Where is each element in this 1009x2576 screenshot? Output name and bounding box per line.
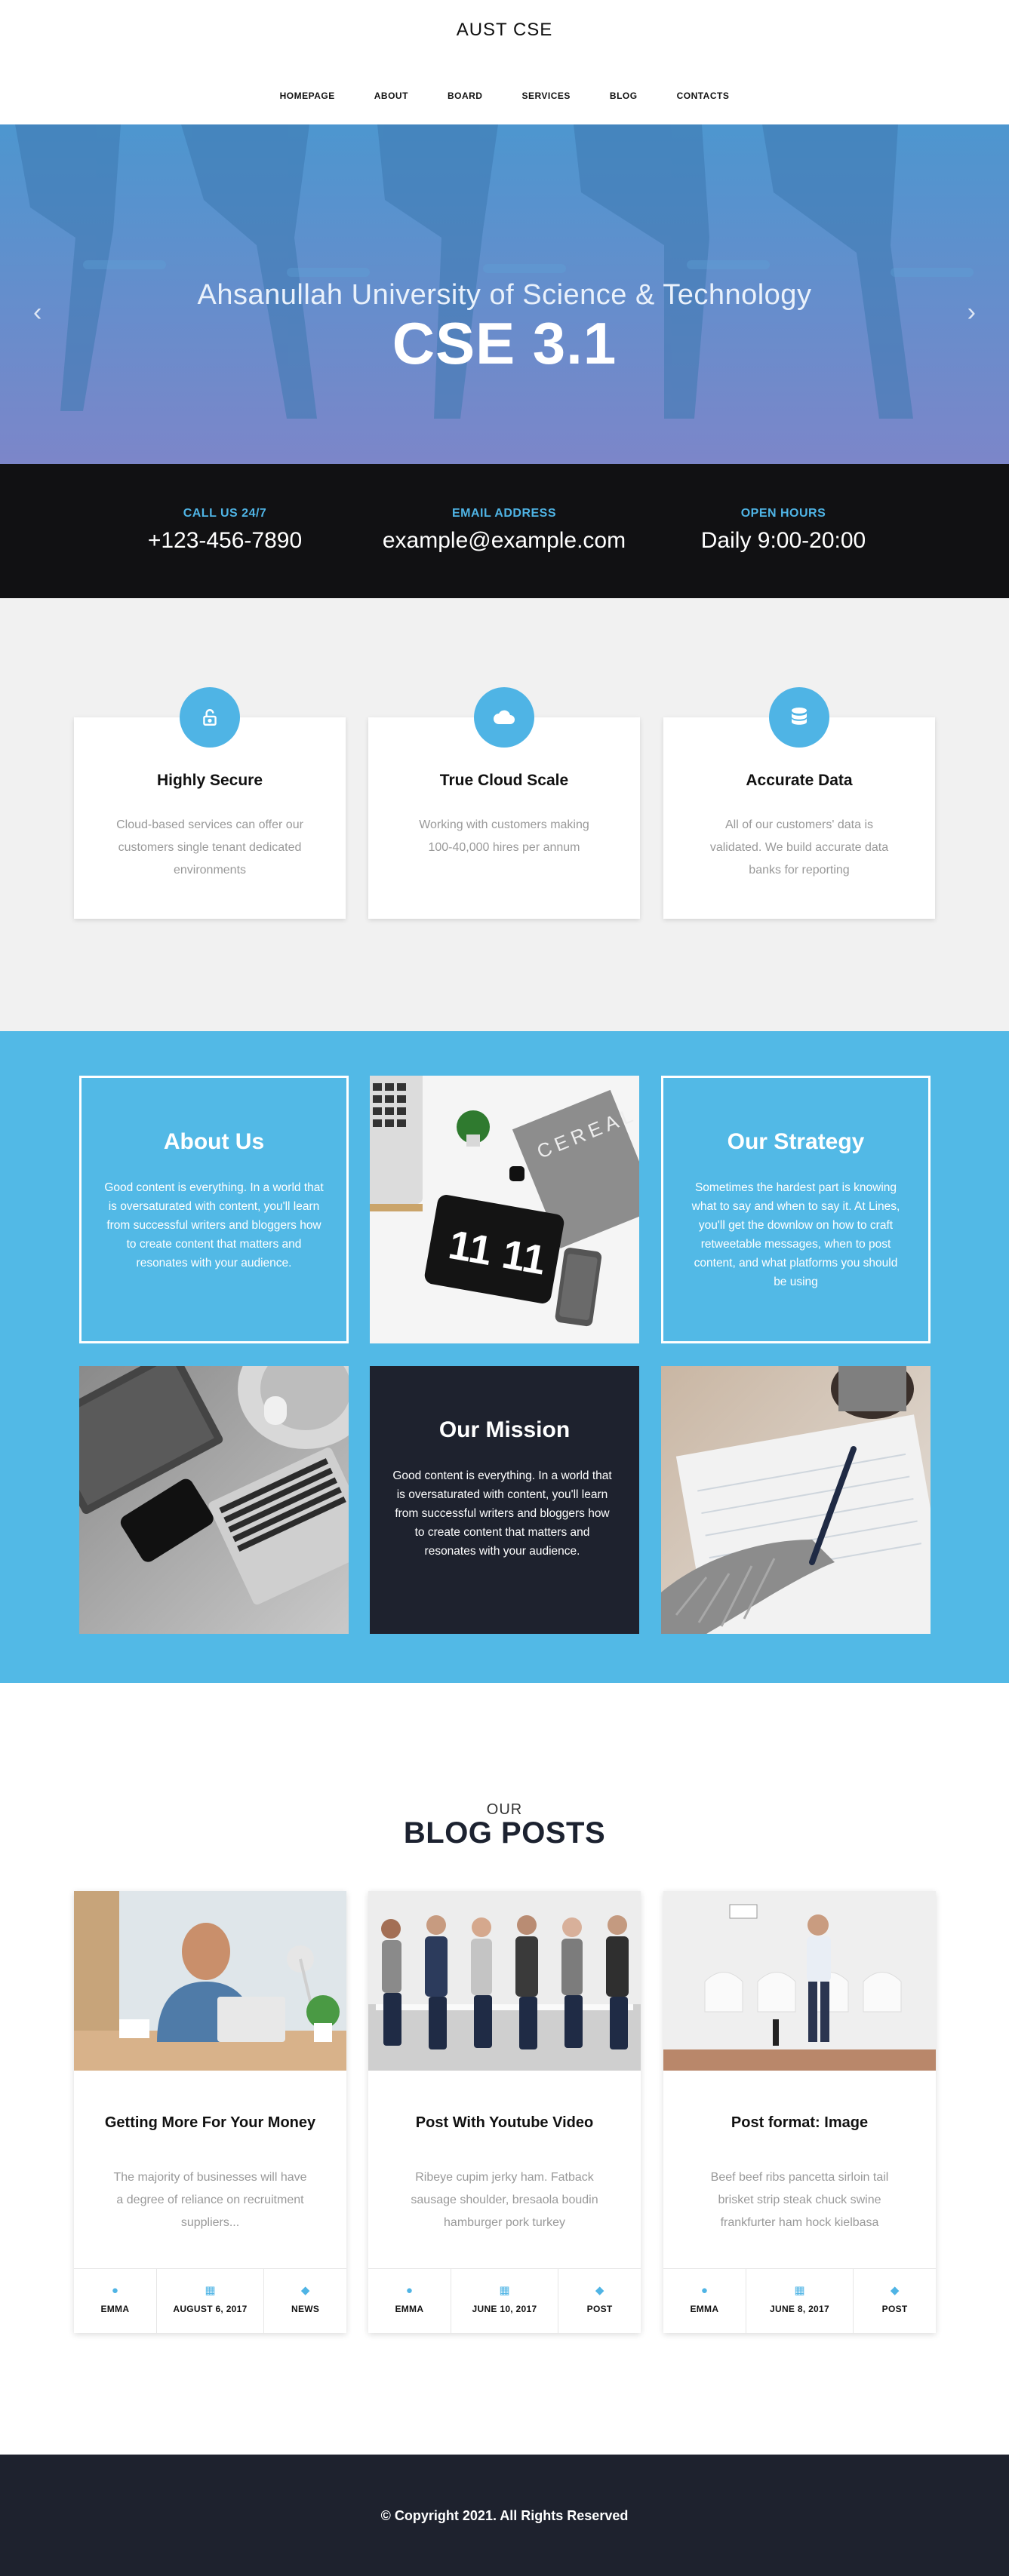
chevron-left-icon[interactable]: ‹ bbox=[33, 298, 42, 327]
tile-heading: About Us bbox=[163, 1129, 265, 1154]
laptop-image bbox=[79, 1366, 349, 1634]
post-tag[interactable]: ◆ POST bbox=[558, 2269, 641, 2333]
feature-card: Accurate Data All of our customers' data… bbox=[663, 687, 935, 919]
contact-value[interactable]: +123-456-7890 bbox=[97, 528, 353, 554]
contact-phone: CALL US 24/7 +123-456-7890 bbox=[97, 507, 353, 554]
post-excerpt: Beef beef ribs pancetta sirloin tail bri… bbox=[710, 2171, 889, 2229]
calendar-icon: ▦ bbox=[794, 2284, 805, 2297]
post-meta: ● EMMA ▦ JUNE 10, 2017 ◆ POST bbox=[368, 2268, 641, 2333]
copyright-text: © Copyright 2021. All Rights Reserved bbox=[380, 2508, 629, 2523]
site-header: AUST CSE HOMEPAGE ABOUT BOARD SERVICES B… bbox=[0, 0, 1009, 124]
contact-hours: OPEN HOURS Daily 9:00-20:00 bbox=[655, 507, 912, 554]
post-title[interactable]: Post With Youtube Video bbox=[398, 2114, 611, 2131]
post-author[interactable]: ● EMMA bbox=[74, 2269, 157, 2333]
blog-post-card[interactable]: Getting More For Your Money The majority… bbox=[74, 1891, 346, 2333]
tile-heading: Our Mission bbox=[438, 1417, 571, 1442]
nav-homepage[interactable]: HOMEPAGE bbox=[260, 91, 355, 101]
tag-icon: ◆ bbox=[890, 2284, 900, 2297]
post-image[interactable] bbox=[663, 1891, 936, 2071]
nav-board[interactable]: BOARD bbox=[428, 91, 503, 101]
contact-value: Daily 9:00-20:00 bbox=[700, 528, 866, 553]
post-image[interactable] bbox=[74, 1891, 346, 2071]
feature-title: Accurate Data bbox=[746, 772, 853, 789]
writing-illustration bbox=[661, 1366, 931, 1634]
date-text: AUGUST 6, 2017 bbox=[173, 2304, 248, 2314]
database-icon bbox=[769, 687, 829, 748]
user-icon: ● bbox=[700, 2284, 708, 2297]
feature-card: True Cloud Scale Working with customers … bbox=[368, 687, 640, 919]
post-excerpt: Ribeye cupim jerky ham. Fatback sausage … bbox=[411, 2171, 598, 2229]
post-excerpt: The majority of businesses will have a d… bbox=[113, 2171, 307, 2229]
calendar-icon: ▦ bbox=[205, 2284, 216, 2297]
tag-text: NEWS bbox=[291, 2304, 320, 2314]
tile-text: Good content is everything. In a world t… bbox=[104, 1181, 324, 1270]
post-date[interactable]: ▦ JUNE 10, 2017 bbox=[451, 2269, 559, 2333]
tag-icon: ◆ bbox=[300, 2284, 310, 2297]
contact-strip: CALL US 24/7 +123-456-7890 EMAIL ADDRESS… bbox=[0, 464, 1009, 598]
date-text: JUNE 10, 2017 bbox=[472, 2304, 537, 2314]
post-meta: ● EMMA ▦ AUGUST 6, 2017 ◆ NEWS bbox=[74, 2268, 346, 2333]
user-icon: ● bbox=[405, 2284, 413, 2297]
post-author[interactable]: ● EMMA bbox=[368, 2269, 451, 2333]
post-tag[interactable]: ◆ POST bbox=[854, 2269, 936, 2333]
author-name: EMMA bbox=[395, 2304, 424, 2314]
tile-heading: Our Strategy bbox=[727, 1129, 865, 1154]
date-text: JUNE 8, 2017 bbox=[770, 2304, 829, 2314]
writing-image bbox=[661, 1366, 931, 1634]
tag-text: POST bbox=[881, 2304, 908, 2314]
contact-label: OPEN HOURS bbox=[740, 507, 826, 520]
chevron-right-icon[interactable]: › bbox=[967, 298, 976, 327]
post-author[interactable]: ● EMMA bbox=[663, 2269, 746, 2333]
contact-label: EMAIL ADDRESS bbox=[451, 507, 557, 520]
feature-text: Cloud-based services can offer our custo… bbox=[116, 818, 303, 877]
blog-section: OUR BLOG POSTS Getting More For Your Mon… bbox=[0, 1683, 1009, 2455]
laptop-illustration bbox=[79, 1366, 349, 1634]
our-mission-tile: Our Mission Good content is everything. … bbox=[370, 1366, 639, 1634]
features-section: Highly Secure Cloud-based services can o… bbox=[0, 598, 1009, 1031]
contact-email: EMAIL ADDRESS example@example.com bbox=[376, 507, 632, 554]
tag-text: POST bbox=[586, 2304, 613, 2314]
post-tag[interactable]: ◆ NEWS bbox=[264, 2269, 346, 2333]
blog-post-card[interactable]: Post format: Image Beef beef ribs pancet… bbox=[663, 1891, 936, 2333]
nav-contacts[interactable]: CONTACTS bbox=[657, 91, 749, 101]
main-nav: HOMEPAGE ABOUT BOARD SERVICES BLOG CONTA… bbox=[0, 91, 1009, 101]
post-title[interactable]: Post format: Image bbox=[694, 2114, 906, 2131]
post-meta: ● EMMA ▦ JUNE 8, 2017 ◆ POST bbox=[663, 2268, 936, 2333]
feature-text: All of our customers' data is validated.… bbox=[709, 818, 889, 877]
our-strategy-tile: Our Strategy Sometimes the hardest part … bbox=[661, 1076, 931, 1343]
nav-services[interactable]: SERVICES bbox=[502, 91, 589, 101]
author-name: EMMA bbox=[690, 2304, 719, 2314]
site-title[interactable]: AUST CSE bbox=[0, 20, 1009, 41]
calendar-icon: ▦ bbox=[499, 2284, 510, 2297]
author-name: EMMA bbox=[100, 2304, 130, 2314]
feature-title: True Cloud Scale bbox=[439, 772, 569, 789]
site-footer: © Copyright 2021. All Rights Reserved bbox=[0, 2455, 1009, 2576]
contact-label: CALL US 24/7 bbox=[183, 507, 267, 520]
desk-image: CEREAL 11 11 bbox=[370, 1076, 639, 1343]
hero-subtitle: Ahsanullah University of Science & Techn… bbox=[197, 279, 812, 311]
hero-title: CSE 3.1 bbox=[392, 310, 617, 376]
tile-text: Sometimes the hardest part is knowing wh… bbox=[691, 1181, 900, 1288]
post-title[interactable]: Getting More For Your Money bbox=[104, 2114, 316, 2131]
nav-blog[interactable]: BLOG bbox=[590, 91, 657, 101]
contact-value[interactable]: example@example.com bbox=[376, 528, 632, 554]
blog-title: BLOG POSTS bbox=[403, 1816, 606, 1850]
hero-slider: Ahsanullah University of Science & Techn… bbox=[0, 124, 1009, 464]
feature-text: Working with customers making 100-40,000… bbox=[419, 818, 589, 854]
about-section: About Us Good content is everything. In … bbox=[0, 1031, 1009, 1683]
post-image[interactable] bbox=[368, 1891, 641, 2071]
about-us-tile: About Us Good content is everything. In … bbox=[79, 1076, 349, 1343]
tag-icon: ◆ bbox=[595, 2284, 604, 2297]
unlock-icon bbox=[180, 687, 240, 748]
feature-card: Highly Secure Cloud-based services can o… bbox=[74, 687, 346, 919]
nav-about[interactable]: ABOUT bbox=[355, 91, 428, 101]
feature-title: Highly Secure bbox=[156, 772, 263, 789]
post-date[interactable]: ▦ AUGUST 6, 2017 bbox=[157, 2269, 265, 2333]
user-icon: ● bbox=[111, 2284, 118, 2297]
post-date[interactable]: ▦ JUNE 8, 2017 bbox=[746, 2269, 854, 2333]
cloud-icon bbox=[474, 687, 534, 748]
desk-illustration: CEREAL 11 11 bbox=[370, 1076, 639, 1343]
blog-post-card[interactable]: Post With Youtube Video Ribeye cupim jer… bbox=[368, 1891, 641, 2333]
tile-text: Good content is everything. In a world t… bbox=[392, 1469, 612, 1558]
